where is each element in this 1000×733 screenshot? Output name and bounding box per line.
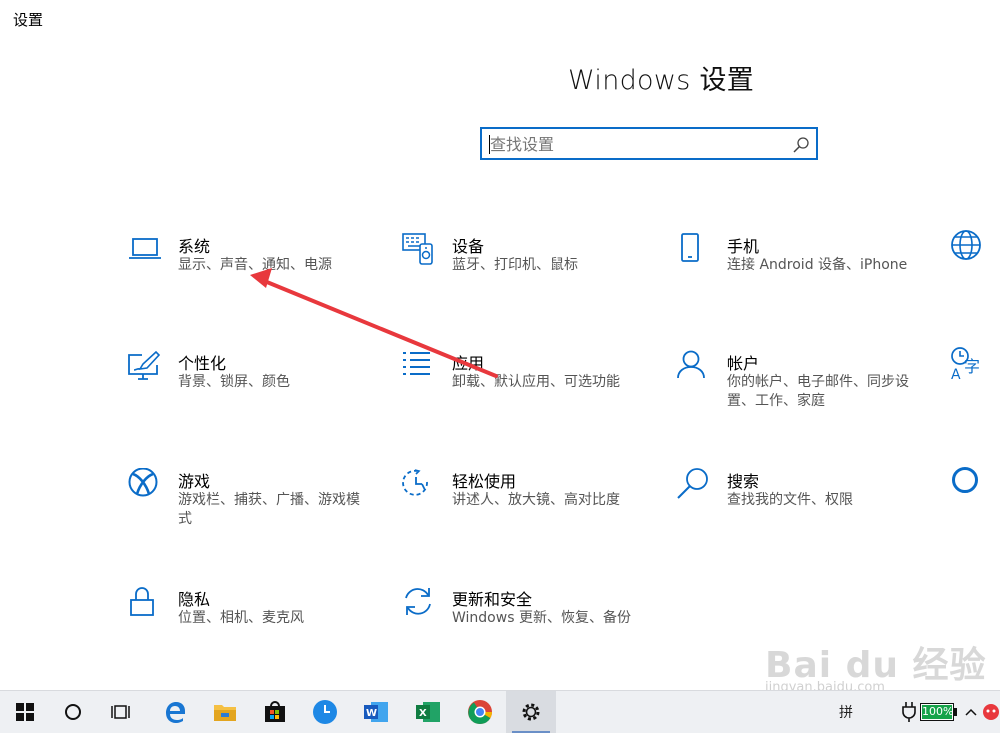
tile-desc: 连接 Android 设备、iPhone (727, 256, 922, 275)
tile-desc: 卸载、默认应用、可选功能 (452, 373, 647, 392)
tile-desc: 讲述人、放大镜、高对比度 (452, 491, 647, 510)
personalization-icon (128, 350, 164, 386)
tile-gaming[interactable]: 游戏 游戏栏、捕获、广播、游戏模式 (128, 468, 378, 558)
devices-icon (402, 233, 438, 269)
tile-apps[interactable]: 应用 卸载、默认应用、可选功能 (402, 350, 652, 440)
tile-desc: 位置、相机、麦克风 (178, 609, 373, 628)
ime-indicator[interactable]: 拼 (832, 691, 860, 733)
chrome-icon[interactable] (454, 691, 506, 733)
settings-icon[interactable] (506, 691, 556, 733)
file-explorer-icon[interactable] (200, 691, 250, 733)
update-icon (402, 586, 438, 622)
tile-desc: 你的帐户、电子邮件、同步设置、工作、家庭 (727, 373, 922, 411)
tile-name: 轻松使用 (452, 468, 516, 492)
search-icon[interactable] (792, 136, 810, 154)
svg-text:X: X (419, 708, 427, 719)
tile-name: 游戏 (178, 468, 210, 492)
edge-icon[interactable] (150, 691, 200, 733)
tile-name: 帐户 (727, 350, 759, 374)
excel-icon[interactable]: X (402, 691, 454, 733)
cortana-icon (950, 466, 986, 502)
time-language-icon: A字 (950, 346, 986, 382)
tile-desc: 显示、声音、通知、电源 (178, 256, 373, 275)
tile-ease-of-access[interactable]: 轻松使用 讲述人、放大镜、高对比度 (402, 468, 652, 558)
account-icon (677, 350, 713, 386)
ease-of-access-icon (402, 468, 438, 504)
tile-desc: Windows 更新、恢复、备份 (452, 609, 647, 628)
search-icon (677, 468, 713, 504)
windows-start-icon[interactable] (0, 691, 50, 733)
tile-name: 系统 (178, 233, 210, 257)
baidu-watermark: Bai du 经验 jingyan.baidu.com (760, 620, 1000, 690)
tile-desc: 蓝牙、打印机、鼠标 (452, 256, 647, 275)
svg-text:字: 字 (964, 357, 980, 376)
plug-icon (898, 691, 920, 733)
taskbar: W X 拼 100% (0, 690, 1000, 733)
tile-time-language[interactable]: A字 (950, 346, 1000, 436)
phone-icon (677, 233, 713, 269)
tile-personalization[interactable]: 个性化 背景、锁屏、颜色 (128, 350, 378, 440)
tile-search[interactable]: 搜索 查找我的文件、权限 (677, 468, 927, 558)
tile-phone[interactable]: 手机 连接 Android 设备、iPhone (677, 233, 927, 323)
tile-network[interactable] (950, 228, 1000, 318)
tile-desc: 查找我的文件、权限 (727, 491, 922, 510)
chevron-up-icon[interactable] (962, 691, 980, 733)
tile-name: 个性化 (178, 350, 226, 374)
tile-devices[interactable]: 设备 蓝牙、打印机、鼠标 (402, 233, 652, 323)
apps-icon (402, 350, 438, 386)
lock-icon (128, 586, 164, 622)
tile-accounts[interactable]: 帐户 你的帐户、电子邮件、同步设置、工作、家庭 (677, 350, 927, 440)
tile-name: 设备 (452, 233, 484, 257)
clock-app-icon[interactable] (300, 691, 350, 733)
tile-name: 更新和安全 (452, 586, 532, 610)
word-icon[interactable]: W (350, 691, 402, 733)
window-title: 设置 (13, 9, 43, 30)
store-icon[interactable] (250, 691, 300, 733)
watermark-brand: Bai du 经验 (765, 636, 987, 688)
tile-name: 搜索 (727, 468, 759, 492)
tile-update-security[interactable]: 更新和安全 Windows 更新、恢复、备份 (402, 586, 652, 676)
tile-system[interactable]: 系统 显示、声音、通知、电源 (128, 233, 378, 323)
tile-privacy[interactable]: 隐私 位置、相机、麦克风 (128, 586, 378, 676)
search-input[interactable] (490, 133, 790, 155)
xbox-icon (128, 468, 164, 504)
tile-cortana[interactable] (950, 466, 1000, 556)
tile-desc: 背景、锁屏、颜色 (178, 373, 373, 392)
battery-icon[interactable]: 100% (918, 691, 960, 733)
page-title: Windows 设置 (568, 58, 754, 97)
battery-percent: 100% (922, 705, 952, 719)
globe-icon (950, 228, 986, 264)
laptop-icon (128, 233, 164, 269)
tile-name: 隐私 (178, 586, 210, 610)
svg-text:W: W (366, 708, 377, 719)
search-box[interactable] (480, 127, 818, 160)
tile-desc: 游戏栏、捕获、广播、游戏模式 (178, 491, 373, 529)
task-view-icon[interactable] (96, 691, 146, 733)
cortana-search-icon[interactable] (50, 691, 96, 733)
sougou-ime-icon[interactable] (982, 691, 1000, 733)
tile-name: 应用 (452, 350, 484, 374)
tile-name: 手机 (727, 233, 759, 257)
svg-text:A: A (951, 367, 961, 382)
